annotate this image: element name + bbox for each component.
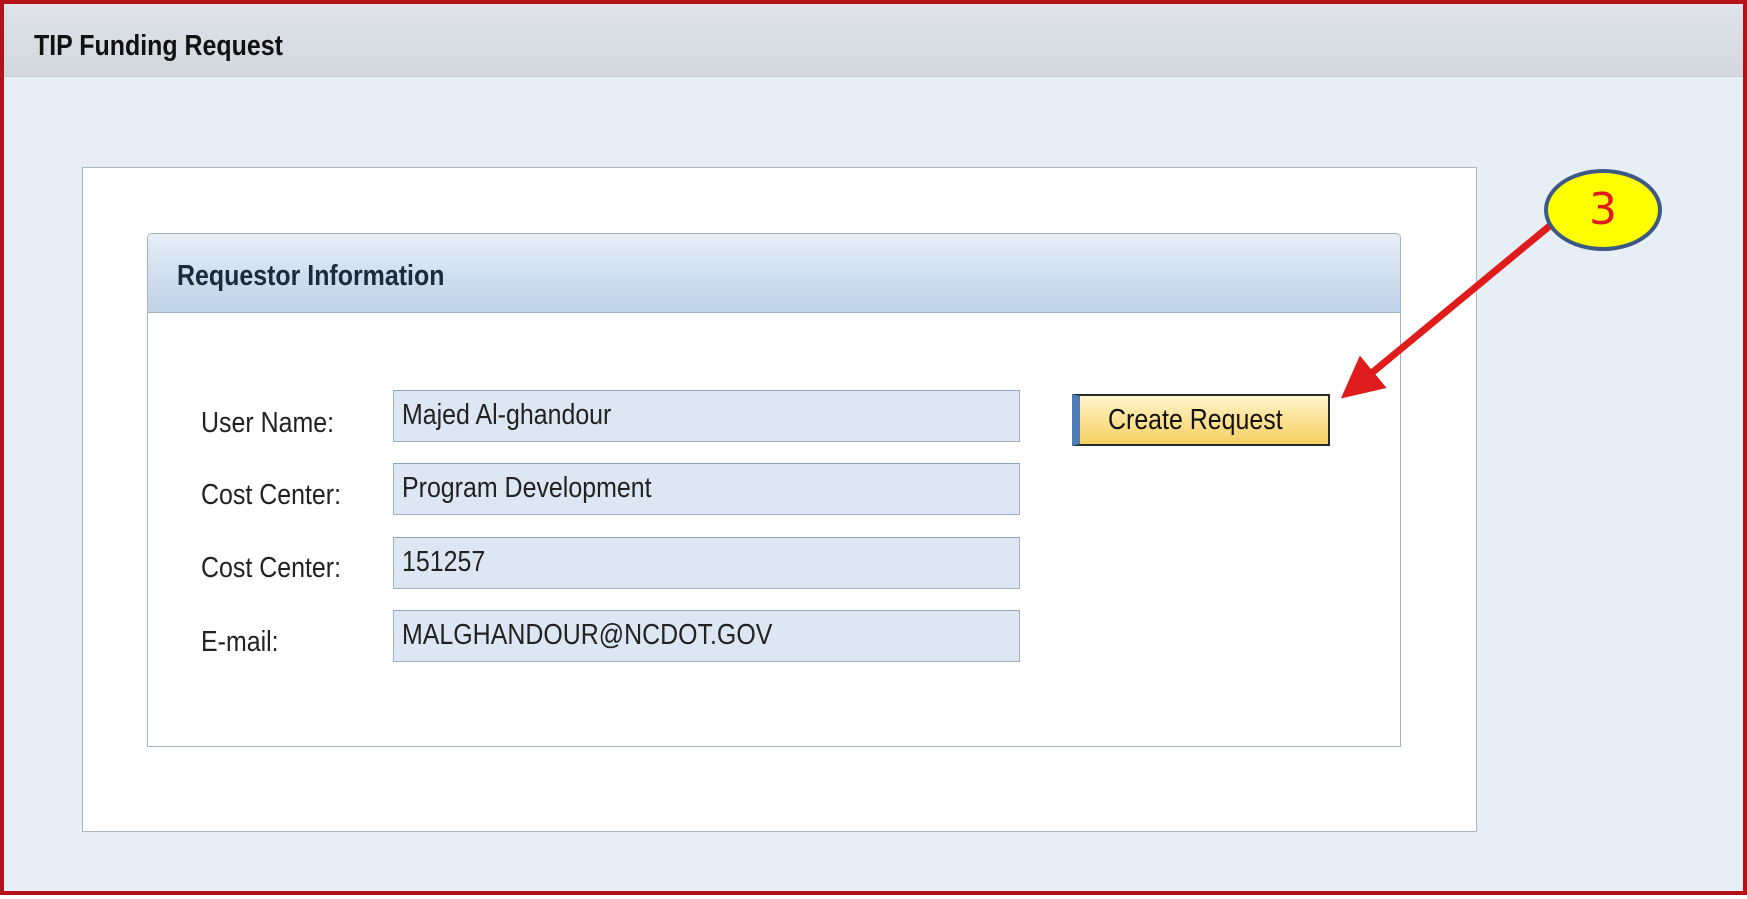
page-title: TIP Funding Request xyxy=(34,30,283,62)
requestor-info-title: Requestor Information xyxy=(177,260,445,292)
email-field[interactable]: MALGHANDOUR@NCDOT.GOV xyxy=(393,610,1020,662)
app-frame: TIP Funding Request Requestor Informatio… xyxy=(0,0,1747,895)
email-value: MALGHANDOUR@NCDOT.GOV xyxy=(402,619,773,651)
step-badge: 3 xyxy=(1544,169,1662,251)
title-bar: TIP Funding Request xyxy=(4,4,1743,77)
user-name-value: Majed Al-ghandour xyxy=(402,399,612,431)
cost-center-name-label: Cost Center: xyxy=(201,479,342,511)
cost-center-number-label: Cost Center: xyxy=(201,552,342,584)
cost-center-name-field[interactable]: Program Development xyxy=(393,463,1020,515)
email-label: E-mail: xyxy=(201,626,279,658)
cost-center-number-field[interactable]: 151257 xyxy=(393,537,1020,589)
cost-center-number-value: 151257 xyxy=(402,546,486,578)
create-request-button[interactable]: Create Request xyxy=(1072,394,1330,446)
user-name-label: User Name: xyxy=(201,407,335,439)
requestor-info-header: Requestor Information xyxy=(148,234,1400,313)
step-number: 3 xyxy=(1589,184,1617,235)
create-request-label: Create Request xyxy=(1108,404,1283,436)
user-name-field[interactable]: Majed Al-ghandour xyxy=(393,390,1020,442)
cost-center-name-value: Program Development xyxy=(402,472,652,504)
